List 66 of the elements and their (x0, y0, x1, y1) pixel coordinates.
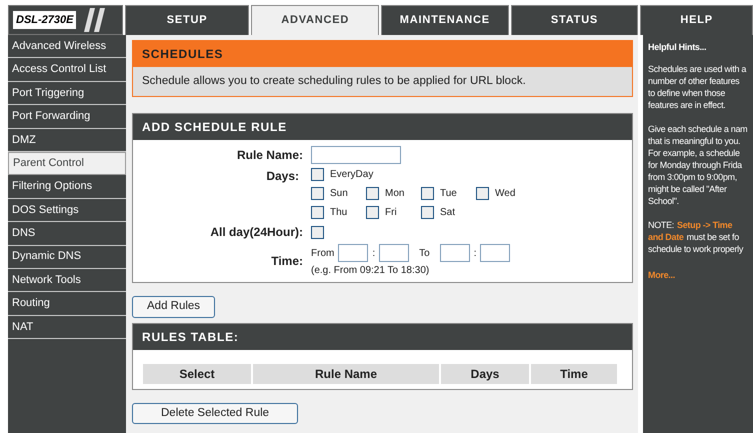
help-text: features are in effect. (648, 99, 726, 111)
help-text: School". (648, 195, 679, 207)
delete-rule-button[interactable]: Delete Selected Rule (132, 402, 298, 424)
help-text: schedule to work properly (648, 243, 744, 255)
field-label: All day(24Hour): (209, 224, 303, 242)
help-text: might be called "After (648, 183, 727, 195)
nav-tab[interactable]: STATUS (510, 5, 638, 35)
help-text: Give each schedule a nam (648, 123, 748, 135)
time-hint: (e.g. From 09:21 To 18:30) (311, 264, 430, 278)
colon-separator: : (372, 246, 376, 261)
time-field[interactable] (480, 244, 510, 262)
section-title: ADD SCHEDULE RULE (133, 114, 632, 140)
day-label: EveryDay (330, 168, 374, 182)
checkbox[interactable] (311, 187, 324, 200)
checkbox[interactable] (476, 187, 489, 200)
add-rules-button[interactable]: Add Rules (132, 296, 216, 318)
nav-tab[interactable]: MAINTENANCE (381, 5, 509, 35)
colon-separator: : (474, 246, 476, 261)
nav-tab[interactable]: SETUP (124, 5, 250, 35)
field-label: Time: (270, 253, 303, 270)
section-title: RULES TABLE: (133, 324, 632, 350)
checkbox[interactable] (311, 226, 324, 239)
nav-tab[interactable]: HELP (640, 5, 753, 35)
help-text: must be set fo (686, 231, 739, 243)
help-text: to define when those (648, 87, 726, 99)
help-text: For example, a schedule (648, 147, 740, 159)
day-label: Fri (385, 206, 398, 220)
help-link[interactable]: and Date (648, 231, 684, 243)
rule-name-field[interactable] (311, 146, 401, 164)
time-field[interactable] (440, 244, 470, 262)
checkbox[interactable] (366, 206, 379, 220)
help-text: NOTE: (648, 219, 674, 231)
checkbox[interactable] (311, 206, 324, 220)
description-text: Schedule allows you to create scheduling rules to be applied for URL block. (133, 67, 632, 96)
day-label: Tue (440, 187, 458, 202)
time-field[interactable] (379, 244, 410, 262)
help-text: that is meaningful to you. (648, 135, 740, 147)
checkbox[interactable] (366, 187, 379, 200)
help-title: Helpful Hints... (648, 41, 708, 53)
field-label: Days: (265, 168, 299, 186)
help-text: for Monday through Frida (648, 159, 742, 171)
help-text: number of other features (648, 75, 740, 87)
to-label: To (419, 246, 430, 261)
from-label: From (311, 246, 334, 261)
more-link[interactable]: More... (648, 269, 675, 281)
day-label: Thu (330, 206, 348, 220)
sidebar-item[interactable]: Parent Control (8, 152, 126, 176)
checkbox[interactable] (311, 168, 324, 182)
column-header: Days (441, 364, 529, 384)
column-header: Rule Name (253, 364, 439, 384)
time-field[interactable] (338, 244, 368, 262)
help-text: Schedules are used with a (648, 63, 746, 75)
help-text: from 3:00pm to 9:00pm, (648, 171, 737, 183)
day-label: Mon (385, 187, 406, 202)
logo-text: DSL-2730E (13, 10, 76, 30)
field-label: Rule Name: (236, 147, 303, 164)
day-label: Wed (495, 187, 516, 202)
day-label: Sun (330, 187, 349, 202)
column-header: Time (531, 364, 617, 384)
column-header: Select (143, 364, 251, 384)
day-label: Sat (440, 206, 456, 220)
nav-tab[interactable]: ADVANCED (251, 5, 380, 35)
section-title: SCHEDULES (133, 41, 632, 67)
checkbox[interactable] (421, 187, 434, 200)
help-link[interactable]: Setup -> Time (677, 219, 732, 231)
checkbox[interactable] (421, 206, 434, 220)
